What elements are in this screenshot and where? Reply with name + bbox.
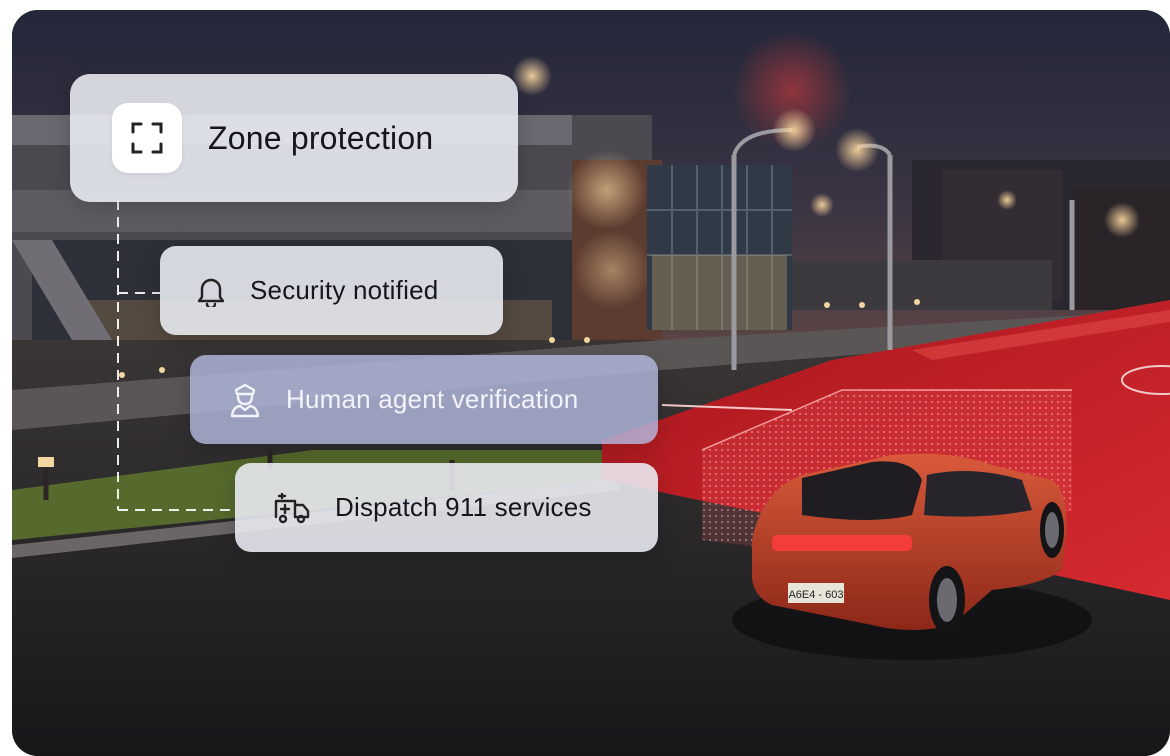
security-notified-card: Security notified [160, 246, 503, 335]
car: A6E4 - 603 [732, 453, 1092, 660]
dispatch-911-label: Dispatch 911 services [335, 492, 592, 522]
human-agent-verification-label: Human agent verification [286, 384, 579, 414]
zone-protection-label: Zone protection [208, 119, 434, 156]
dispatch-911-card: Dispatch 911 services [235, 463, 658, 552]
security-notified-label: Security notified [250, 275, 439, 305]
scan-frame-icon [112, 103, 182, 173]
human-agent-verification-card: Human agent verification [190, 355, 658, 444]
bell-icon [196, 275, 226, 307]
security-demo-frame: A6E4 - 603 Zone protection Security noti… [12, 10, 1170, 756]
ambulance-icon [273, 491, 311, 525]
zone-protection-card: Zone protection [70, 74, 518, 202]
security-guard-icon [228, 382, 262, 418]
license-plate: A6E4 - 603 [788, 589, 843, 601]
